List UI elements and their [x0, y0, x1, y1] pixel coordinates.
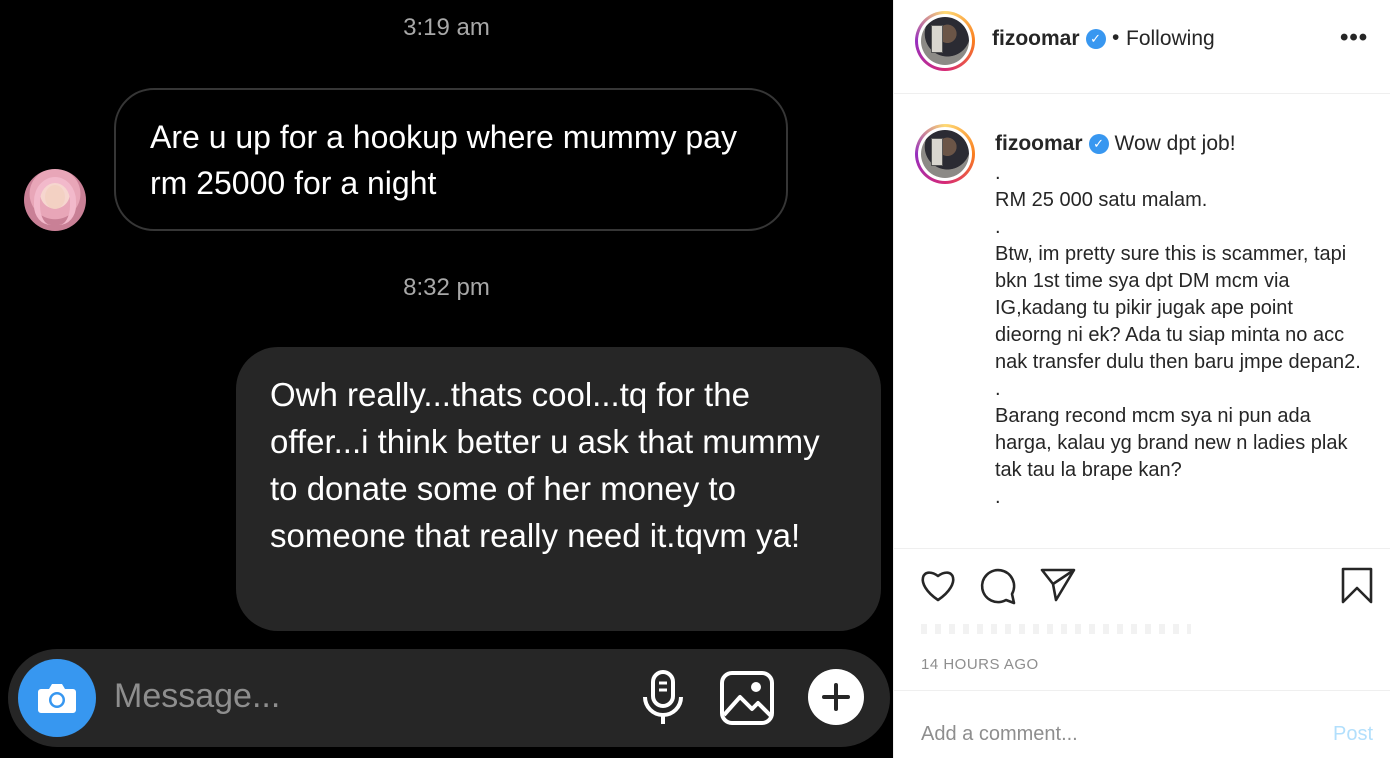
- plus-icon: [822, 683, 850, 711]
- like-button[interactable]: [919, 567, 957, 608]
- comment-button[interactable]: [979, 567, 1017, 610]
- comment-input[interactable]: Add a comment...: [921, 723, 1078, 746]
- message-timestamp: 8:32 pm: [403, 274, 490, 301]
- post-actions: [894, 548, 1390, 623]
- gallery-button[interactable]: [718, 669, 776, 732]
- camera-button[interactable]: [18, 659, 96, 737]
- post-panel: fizoomar ✓ • Following ••• fizoomar ✓ Wow d…: [893, 0, 1390, 758]
- more-options-icon[interactable]: •••: [1340, 24, 1368, 52]
- caption-username[interactable]: fizoomar: [995, 132, 1083, 155]
- message-input[interactable]: Message...: [114, 677, 280, 716]
- microphone-icon: [643, 670, 683, 724]
- post-comment-button[interactable]: Post: [1333, 723, 1373, 746]
- camera-icon: [38, 684, 76, 713]
- profile-avatar[interactable]: [915, 11, 975, 71]
- comment-bar: Add a comment... Post: [894, 690, 1390, 758]
- likes-placeholder: [921, 624, 1191, 634]
- caption-text: . RM 25 000 satu malam. . Btw, im pretty…: [995, 162, 1361, 508]
- heart-icon: [921, 571, 955, 602]
- comment-icon: [980, 568, 1016, 605]
- incoming-message-bubble: Are u up for a hookup where mummy pay rm…: [114, 88, 788, 231]
- caption-header: fizoomar ✓ Wow dpt job!: [995, 132, 1236, 156]
- save-button[interactable]: [1340, 567, 1374, 610]
- caption-first-line: Wow dpt job!: [1114, 132, 1236, 155]
- post-header: fizoomar ✓ • Following •••: [894, 0, 1390, 94]
- verified-badge-icon: ✓: [1085, 29, 1106, 50]
- username-text: fizoomar: [992, 27, 1080, 50]
- caption-avatar[interactable]: [915, 124, 975, 184]
- username-link[interactable]: fizoomar ✓: [992, 27, 1106, 51]
- share-button[interactable]: [1039, 567, 1077, 608]
- separator-dot: •: [1112, 26, 1120, 49]
- following-button[interactable]: Following: [1126, 27, 1215, 51]
- message-composer: Message...: [8, 649, 890, 747]
- outgoing-message-bubble: Owh really...thats cool...tq for the off…: [236, 347, 881, 631]
- add-button[interactable]: [808, 669, 864, 725]
- sender-avatar: [24, 169, 86, 231]
- dm-screenshot: 3:19 am Are u up for a hookup where mumm…: [0, 0, 893, 758]
- microphone-button[interactable]: [638, 669, 688, 732]
- share-icon: [1040, 568, 1076, 602]
- message-timestamp: 3:19 am: [403, 14, 490, 41]
- verified-badge-icon: ✓: [1088, 134, 1109, 155]
- post-timestamp[interactable]: 14 HOURS AGO: [921, 656, 1039, 673]
- bookmark-icon: [1341, 567, 1373, 604]
- gallery-icon: [720, 671, 774, 725]
